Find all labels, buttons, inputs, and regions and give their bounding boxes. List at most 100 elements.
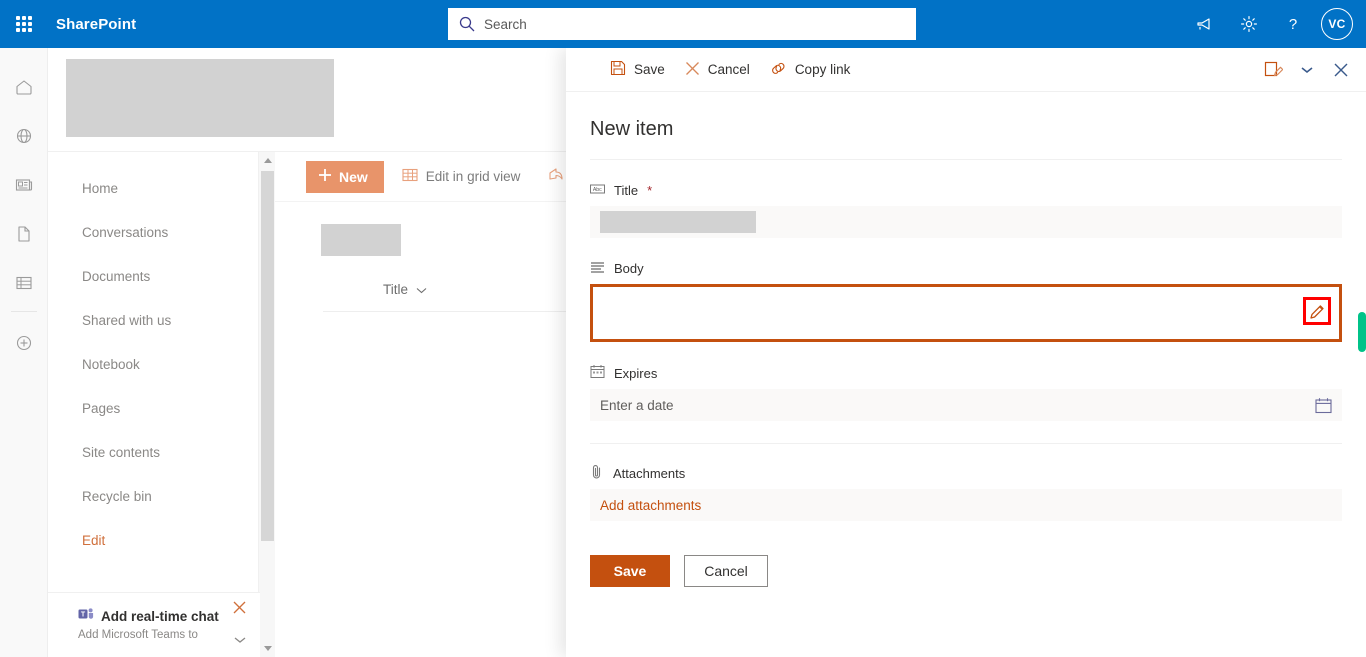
suite-brand[interactable]: SharePoint	[56, 16, 136, 33]
nav-label: Documents	[82, 268, 151, 284]
rail-item-news[interactable]	[0, 160, 48, 209]
required-asterisk: *	[647, 183, 653, 198]
promo-subtitle: Add Microsoft Teams to	[78, 629, 198, 641]
new-item-button[interactable]: New	[306, 160, 384, 193]
teams-chat-promo: T Add real-time chat Add Microsoft Teams…	[48, 592, 260, 657]
teams-icon: T	[78, 607, 95, 625]
left-nav-scrollbar[interactable]	[258, 152, 275, 657]
left-navigation: Home Conversations Documents Shared with…	[48, 152, 260, 592]
rail-divider	[10, 311, 37, 312]
field-title: Abc Title *	[590, 182, 1342, 238]
plus-icon	[318, 168, 332, 185]
add-attachments-label: Add attachments	[600, 497, 702, 513]
nav-item-notebook[interactable]: Notebook	[48, 342, 260, 386]
rail-item-globe[interactable]	[0, 111, 48, 160]
save-button[interactable]: Save	[590, 555, 670, 587]
toolbar-save-label: Save	[634, 62, 665, 77]
nav-item-documents[interactable]: Documents	[48, 254, 260, 298]
save-floppy-icon	[610, 60, 626, 79]
toolbar-cancel-button[interactable]: Cancel	[675, 54, 760, 86]
page-title: New item	[590, 118, 674, 140]
avatar[interactable]: VC	[1321, 8, 1353, 40]
close-x-icon	[685, 61, 700, 79]
title-value-redacted	[600, 211, 756, 233]
panel-toolbar: Save Cancel Copy link	[566, 48, 1366, 92]
panel-title-divider	[590, 159, 1342, 160]
chevron-down-icon[interactable]	[1290, 53, 1324, 87]
toolbar-cancel-label: Cancel	[707, 62, 750, 77]
new-item-panel: Save Cancel Copy link New item Abc Title…	[566, 48, 1366, 657]
nav-item-pages[interactable]: Pages	[48, 386, 260, 430]
body-input[interactable]	[590, 284, 1342, 342]
rail-item-create[interactable]	[0, 318, 48, 367]
field-body-label-row: Body	[590, 260, 1342, 277]
field-expires: Expires Enter a date	[590, 364, 1342, 421]
site-title-redacted	[66, 59, 334, 137]
nav-item-site-contents[interactable]: Site contents	[48, 430, 260, 474]
suite-bar: SharePoint ? VC	[0, 0, 1366, 48]
nav-item-home[interactable]: Home	[48, 166, 260, 210]
grid-icon	[402, 167, 418, 186]
toolbar-copy-link-label: Copy link	[794, 62, 851, 77]
edit-form-icon[interactable]	[1256, 53, 1290, 87]
scroll-down-arrow-icon[interactable]	[259, 640, 276, 657]
scroll-up-arrow-icon[interactable]	[259, 152, 276, 169]
svg-text:?: ?	[1289, 16, 1297, 33]
svg-text:T: T	[81, 612, 86, 619]
close-icon[interactable]	[233, 601, 246, 619]
add-attachments-button[interactable]: Add attachments	[590, 489, 1342, 521]
promo-title-text: Add real-time chat	[101, 608, 219, 624]
calendar-picker-button[interactable]	[1315, 397, 1332, 414]
rail-item-home[interactable]	[0, 62, 48, 111]
waffle-icon	[16, 16, 32, 32]
panel-close-button[interactable]	[1324, 53, 1358, 87]
nav-item-edit[interactable]: Edit	[48, 518, 260, 562]
nav-label: Site contents	[82, 444, 161, 460]
gear-icon[interactable]	[1227, 0, 1271, 48]
nav-label: Edit	[82, 532, 106, 548]
panel-form: New item Abc Title * Body Expires Enter …	[566, 92, 1366, 657]
title-input[interactable]	[590, 206, 1342, 238]
edit-in-grid-view-button[interactable]: Edit in grid view	[392, 161, 531, 193]
toolbar-save-button[interactable]: Save	[600, 54, 675, 86]
chevron-down-icon	[416, 282, 427, 297]
nav-label: Pages	[82, 400, 121, 416]
nav-label: Conversations	[82, 224, 169, 240]
calendar-icon	[590, 364, 605, 382]
nav-item-conversations[interactable]: Conversations	[48, 210, 260, 254]
promo-title-row[interactable]: T Add real-time chat	[78, 607, 250, 625]
nav-label: Shared with us	[82, 312, 172, 328]
green-indicator-marker	[1358, 312, 1366, 352]
search-icon	[458, 15, 476, 33]
abc-text-icon: Abc	[590, 182, 605, 199]
pencil-icon	[1309, 304, 1324, 319]
chevron-down-icon[interactable]	[234, 631, 246, 649]
rail-item-lists[interactable]	[0, 258, 48, 307]
nav-item-shared-with-us[interactable]: Shared with us	[48, 298, 260, 342]
field-body: Body	[590, 260, 1342, 342]
nav-item-recycle-bin[interactable]: Recycle bin	[48, 474, 260, 518]
app-launcher-button[interactable]	[0, 0, 48, 48]
panel-action-buttons: Save Cancel	[590, 555, 1342, 587]
svg-text:Abc: Abc	[593, 187, 602, 193]
column-title-label: Title	[383, 282, 409, 297]
megaphone-icon[interactable]	[1183, 0, 1227, 48]
field-title-label-row: Abc Title *	[590, 182, 1342, 199]
rail-item-document[interactable]	[0, 209, 48, 258]
help-icon[interactable]: ?	[1271, 0, 1315, 48]
expires-input[interactable]: Enter a date	[590, 389, 1342, 421]
scrollbar-thumb[interactable]	[261, 171, 274, 541]
app-rail	[0, 48, 48, 657]
field-body-label: Body	[614, 261, 644, 276]
nav-label: Notebook	[82, 356, 140, 372]
field-attachments: Attachments Add attachments	[590, 464, 1342, 521]
new-item-label: New	[339, 168, 368, 185]
search-input[interactable]	[484, 16, 906, 32]
cancel-button[interactable]: Cancel	[684, 555, 768, 587]
share-icon	[548, 167, 564, 186]
multiline-text-icon	[590, 260, 605, 277]
toolbar-copy-link-button[interactable]: Copy link	[760, 54, 861, 86]
body-edit-pencil-button[interactable]	[1303, 297, 1331, 325]
search-box[interactable]	[448, 8, 916, 40]
panel-toolbar-right	[1256, 48, 1358, 92]
